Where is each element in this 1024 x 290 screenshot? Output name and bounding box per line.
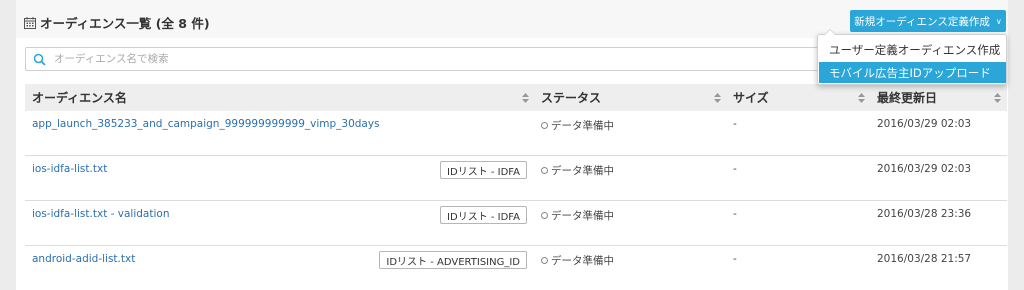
- updated-cell: 2016/03/29 02:03: [877, 118, 972, 130]
- new-audience-button-label: 新規オーディエンス定義作成: [854, 15, 990, 28]
- menu-item-mobile-ad-id-upload[interactable]: モバイル広告主IDアップロード: [819, 62, 1006, 83]
- sort-icon[interactable]: [714, 93, 721, 103]
- table-row: ios-idfa-list.txt IDリスト - IDFA データ準備中 - …: [25, 156, 1007, 201]
- updated-cell: 2016/03/28 21:57: [877, 253, 972, 265]
- status-cell: データ準備中: [541, 118, 614, 133]
- updated-cell: 2016/03/28 23:36: [877, 208, 972, 220]
- status-circle-icon: [541, 212, 548, 219]
- status-cell: データ準備中: [541, 253, 614, 268]
- id-type-badge: IDリスト - IDFA: [440, 161, 527, 179]
- id-type-badge: IDリスト - IDFA: [440, 206, 527, 224]
- status-circle-icon: [541, 257, 548, 264]
- page-title: オーディエンス一覧 (全 8 件): [24, 13, 210, 32]
- new-audience-button[interactable]: 新規オーディエンス定義作成 ∨: [850, 10, 1006, 32]
- id-type-badge: IDリスト - ADVERTISING_ID: [379, 251, 527, 269]
- table-row: ios-idfa-list.txt - validation IDリスト - I…: [25, 201, 1007, 246]
- new-audience-dropdown-menu: ユーザー定義オーディエンス作成 モバイル広告主IDアップロード: [817, 29, 1007, 85]
- audience-name-link[interactable]: ios-idfa-list.txt - validation: [32, 208, 169, 220]
- status-text: データ準備中: [551, 210, 614, 222]
- chevron-down-icon: ∨: [995, 16, 1002, 26]
- column-header-size[interactable]: サイズ: [733, 84, 769, 111]
- menu-item-user-defined-audience[interactable]: ユーザー定義オーディエンス作成: [819, 39, 1006, 60]
- status-circle-icon: [541, 122, 548, 129]
- panel-header: オーディエンス一覧 (全 8 件) 新規オーディエンス定義作成 ∨: [16, 0, 1008, 38]
- table-row: android-adid-list.txt IDリスト - ADVERTISIN…: [25, 246, 1007, 290]
- size-cell: -: [733, 208, 737, 220]
- table-row: app_launch_385233_and_campaign_999999999…: [25, 111, 1007, 156]
- search-icon: [33, 53, 46, 66]
- status-text: データ準備中: [551, 120, 614, 132]
- column-header-name[interactable]: オーディエンス名: [32, 84, 127, 111]
- audience-name-link[interactable]: ios-idfa-list.txt: [32, 163, 107, 175]
- updated-cell: 2016/03/29 02:03: [877, 163, 972, 175]
- audience-name-link[interactable]: app_launch_385233_and_campaign_999999999…: [32, 118, 380, 130]
- table-header: オーディエンス名 ステータス サイズ 最終更新日: [25, 84, 1007, 111]
- sort-icon[interactable]: [522, 93, 529, 103]
- column-header-updated[interactable]: 最終更新日: [877, 84, 937, 111]
- size-cell: -: [733, 253, 737, 265]
- sort-icon[interactable]: [858, 93, 865, 103]
- calendar-icon: [24, 16, 36, 29]
- audience-name-link[interactable]: android-adid-list.txt: [32, 253, 135, 265]
- size-cell: -: [733, 163, 737, 175]
- dropdown-caret: [824, 29, 836, 35]
- status-text: データ準備中: [551, 165, 614, 177]
- sort-icon[interactable]: [994, 93, 1001, 103]
- size-cell: -: [733, 118, 737, 130]
- status-cell: データ準備中: [541, 163, 614, 178]
- status-text: データ準備中: [551, 255, 614, 267]
- column-header-status[interactable]: ステータス: [541, 84, 601, 111]
- status-circle-icon: [541, 167, 548, 174]
- page-title-text: オーディエンス一覧 (全 8 件): [40, 16, 210, 31]
- status-cell: データ準備中: [541, 208, 614, 223]
